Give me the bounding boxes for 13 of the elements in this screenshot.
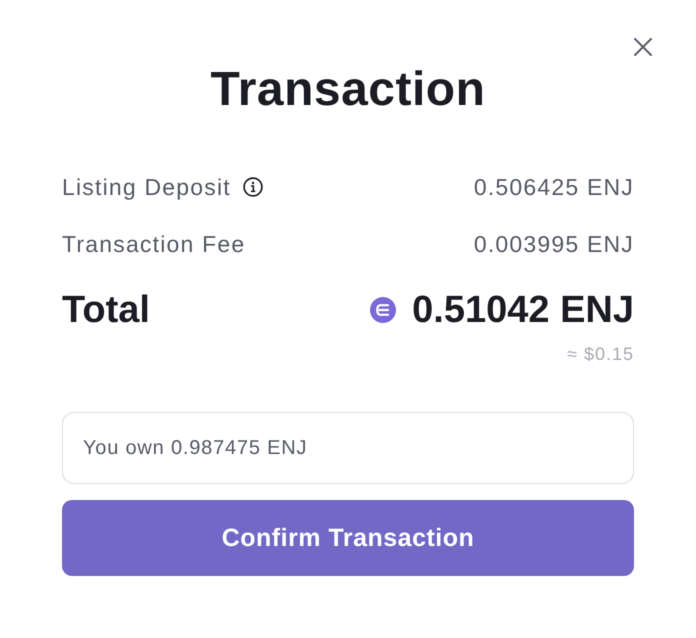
line-item-label: Transaction Fee — [62, 230, 246, 259]
confirm-button[interactable]: Confirm Transaction — [62, 500, 634, 576]
balance-notice: You own 0.987475 ENJ — [62, 412, 634, 484]
line-item-value: 0.003995 ENJ — [474, 230, 634, 259]
dialog-title: Transaction — [210, 63, 486, 117]
line-item-value: 0.506425 ENJ — [474, 173, 634, 202]
total-label: Total — [62, 288, 150, 332]
close-icon — [634, 38, 652, 56]
total-value: 0.51042 ENJ — [412, 288, 634, 332]
fiat-value: ≈ $0.15 — [567, 343, 634, 366]
info-icon[interactable] — [242, 177, 263, 197]
coin-icon — [370, 297, 396, 323]
line-item-label: Listing Deposit — [62, 173, 231, 202]
